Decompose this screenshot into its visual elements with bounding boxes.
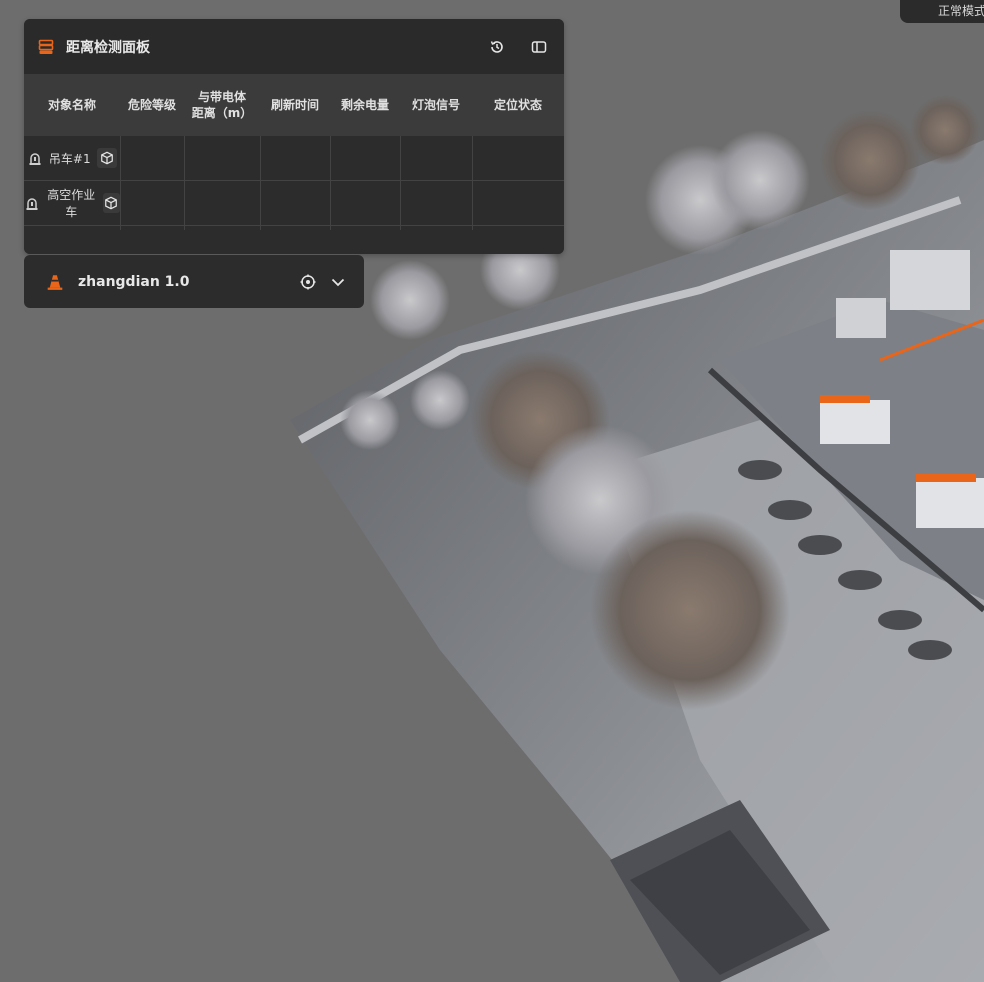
alarm-light-icon xyxy=(24,195,40,211)
col-danger-level: 危险等级 xyxy=(120,74,184,136)
panel-title: 距离检测面板 xyxy=(66,39,150,56)
distance-table: 对象名称 危险等级 与带电体 距离（m） 刷新时间 剩余电量 灯泡信号 定位状态 xyxy=(24,74,564,230)
col-distance: 与带电体 距离（m） xyxy=(184,74,260,136)
crosshair-icon[interactable] xyxy=(298,272,318,292)
distance-detection-panel: 距离检测面板 对象名称 危险等级 与带电体 距离（m） 刷新时间 剩余电量 灯泡… xyxy=(24,19,564,254)
row-name-cell: 高空作业车 xyxy=(24,180,121,226)
model-name: zhangdian 1.0 xyxy=(78,273,190,290)
table-header-row: 对象名称 危险等级 与带电体 距离（m） 刷新时间 剩余电量 灯泡信号 定位状态 xyxy=(24,74,564,136)
table-row[interactable]: 吊车#1 xyxy=(24,136,564,181)
object-name: 高空作业车 xyxy=(47,188,96,219)
row-signal xyxy=(400,180,473,226)
row-location xyxy=(472,136,564,181)
row-location xyxy=(472,180,564,226)
mode-tab[interactable]: 正常模式 xyxy=(900,0,984,23)
row-battery xyxy=(330,180,401,226)
col-location-status: 定位状态 xyxy=(472,74,564,136)
cube-icon[interactable] xyxy=(102,193,120,213)
history-icon[interactable] xyxy=(486,36,508,58)
panel-header: 距离检测面板 xyxy=(24,19,564,74)
table-row-spacer xyxy=(24,225,564,230)
row-refresh xyxy=(260,180,331,226)
traffic-cone-icon xyxy=(46,273,64,291)
table-row[interactable]: 高空作业车 xyxy=(24,180,564,226)
col-refresh-time: 刷新时间 xyxy=(260,74,330,136)
server-stack-icon xyxy=(38,39,54,55)
row-refresh xyxy=(260,136,331,181)
row-distance xyxy=(184,180,261,226)
row-danger xyxy=(120,136,185,181)
row-distance xyxy=(184,136,261,181)
sidebar-toggle-icon[interactable] xyxy=(528,36,550,58)
chevron-down-icon[interactable] xyxy=(328,272,348,292)
row-signal xyxy=(400,136,473,181)
row-battery xyxy=(330,136,401,181)
mode-label: 正常模式 xyxy=(938,4,984,18)
col-object-name: 对象名称 xyxy=(24,74,120,136)
model-panel[interactable]: zhangdian 1.0 xyxy=(24,255,364,308)
col-distance-line2: 距离（m） xyxy=(191,106,253,120)
panel-footer xyxy=(24,232,564,254)
alarm-light-icon xyxy=(27,150,43,166)
col-battery: 剩余电量 xyxy=(330,74,400,136)
row-name-cell: 吊车#1 xyxy=(24,136,121,181)
col-distance-line1: 与带电体 xyxy=(197,90,246,104)
object-name: 吊车#1 xyxy=(48,151,91,166)
row-danger xyxy=(120,180,185,226)
col-bulb-signal: 灯泡信号 xyxy=(400,74,472,136)
cube-icon[interactable] xyxy=(96,148,117,168)
